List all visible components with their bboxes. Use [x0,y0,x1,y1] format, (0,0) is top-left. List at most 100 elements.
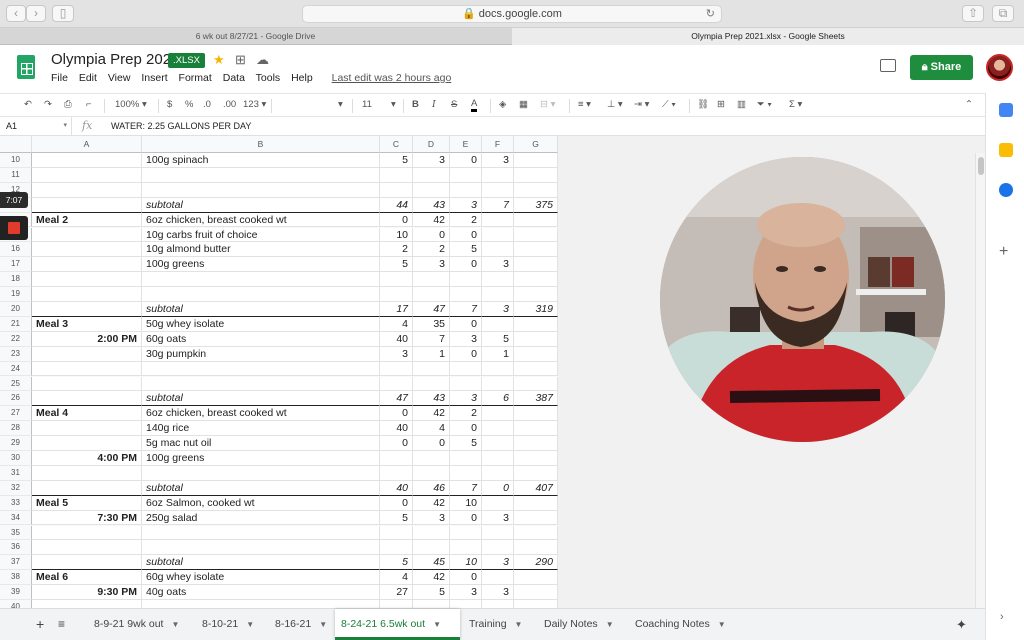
redo-icon[interactable]: ↷ [44,99,52,110]
cell-a[interactable] [32,421,142,437]
cell-d[interactable] [413,167,450,183]
column-header-d[interactable]: D [413,136,450,153]
cell-a[interactable] [32,167,142,183]
browser-tab-sheets[interactable]: Olympia Prep 2021.xlsx - Google Sheets [512,28,1024,45]
cell-e[interactable] [450,376,482,392]
cell-e[interactable]: 0 [450,421,482,437]
cell-g[interactable] [514,465,558,481]
cell-a[interactable] [32,376,142,392]
menu-tools[interactable]: Tools [256,72,281,84]
sheet-tab-8-16-21[interactable]: 8-16-21 ▼ [269,609,333,640]
cell-f[interactable]: 3 [482,302,514,317]
sheets-logo-icon[interactable] [17,55,35,79]
cell-a[interactable] [32,257,142,273]
cell-f[interactable] [482,495,514,511]
cell-e[interactable] [450,451,482,466]
row-number[interactable]: 27 [0,406,32,422]
cell-c[interactable]: 5 [380,555,413,571]
insert-chart-icon[interactable]: ▥ [737,99,746,110]
cell-d[interactable]: 3 [413,257,450,273]
zoom-select[interactable]: 100% ▾ [115,99,147,110]
row-number[interactable]: 26 [0,391,32,407]
cell-d[interactable]: 43 [413,197,450,213]
cell-g[interactable] [514,540,558,556]
cell-f[interactable] [482,361,514,377]
cell-b[interactable]: subtotal [142,391,380,407]
row-number[interactable]: 25 [0,376,32,392]
account-avatar[interactable] [986,54,1013,81]
cell-e[interactable]: 0 [450,227,482,243]
cell-a[interactable] [32,153,142,168]
cell-d[interactable]: 1 [413,346,450,362]
cell-f[interactable] [482,182,514,198]
cell-b[interactable]: subtotal [142,197,380,213]
cell-b[interactable]: 60g whey isolate [142,570,380,586]
cell-c[interactable]: 0 [380,495,413,511]
row-number[interactable]: 18 [0,272,32,288]
cell-g[interactable]: 319 [514,302,558,317]
cell-f[interactable] [482,272,514,288]
row-number[interactable]: 30 [0,451,32,466]
row-number[interactable]: 10 [0,153,32,168]
cell-e[interactable] [450,182,482,198]
cell-d[interactable]: 45 [413,555,450,571]
cell-c[interactable]: 2 [380,242,413,258]
cell-c[interactable] [380,376,413,392]
cell-g[interactable] [514,212,558,228]
select-all-corner[interactable] [0,136,32,153]
menu-format[interactable]: Format [179,72,212,84]
cell-a[interactable]: 9:30 PM [32,585,142,600]
functions-icon[interactable]: Σ ▾ [789,99,802,110]
cell-b[interactable] [142,376,380,392]
cell-d[interactable]: 47 [413,302,450,317]
cell-e[interactable]: 0 [450,153,482,168]
menu-data[interactable]: Data [223,72,245,84]
cell-c[interactable]: 5 [380,153,413,168]
cell-d[interactable]: 0 [413,227,450,243]
move-folder-icon[interactable]: ⊞ [235,52,246,68]
cell-b[interactable] [142,361,380,377]
cell-e[interactable]: 2 [450,406,482,422]
cell-g[interactable] [514,167,558,183]
cell-g[interactable] [514,600,558,608]
cell-f[interactable] [482,212,514,228]
cell-e[interactable]: 3 [450,331,482,347]
cell-e[interactable]: 5 [450,242,482,258]
row-number[interactable]: 33 [0,495,32,511]
cell-c[interactable]: 40 [380,421,413,437]
vertical-align-icon[interactable]: ⊥ ▾ [607,99,623,110]
cell-f[interactable] [482,316,514,332]
cell-b[interactable]: 140g rice [142,421,380,437]
cell-g[interactable] [514,495,558,511]
cell-b[interactable]: 5g mac nut oil [142,436,380,451]
column-header-a[interactable]: A [32,136,142,153]
all-sheets-icon[interactable]: ≡ [52,609,71,640]
keep-icon[interactable] [999,143,1013,157]
cell-a[interactable] [32,361,142,377]
cell-f[interactable] [482,167,514,183]
comment-history-icon[interactable] [880,59,896,72]
cell-f[interactable]: 5 [482,331,514,347]
cell-d[interactable] [413,287,450,302]
cell-a[interactable] [32,600,142,608]
cell-c[interactable] [380,167,413,183]
cell-a[interactable] [32,436,142,451]
cell-d[interactable] [413,540,450,556]
formula-input[interactable]: WATER: 2.25 GALLONS PER DAY [111,121,251,131]
cell-c[interactable] [380,540,413,556]
cell-d[interactable]: 43 [413,391,450,407]
cell-a[interactable] [32,555,142,571]
cell-b[interactable]: 6oz chicken, breast cooked wt [142,212,380,228]
address-bar[interactable]: 🔒 docs.google.com ↻ [302,5,722,23]
share-page-button[interactable]: ⇧ [962,5,984,22]
cell-g[interactable] [514,406,558,422]
cell-f[interactable]: 7 [482,197,514,213]
cell-b[interactable]: 10g almond butter [142,242,380,258]
cell-b[interactable]: 6oz chicken, breast cooked wt [142,406,380,422]
sheet-tab-8-9-21[interactable]: 8-9-21 9wk out ▼ [88,609,185,640]
sheet-tab-training[interactable]: Training ▼ [463,609,528,640]
collapse-menus-icon[interactable]: ⌃ [965,99,973,110]
cell-c[interactable] [380,272,413,288]
currency-format-button[interactable]: $ [167,99,172,110]
cell-a[interactable]: 7:30 PM [32,510,142,526]
